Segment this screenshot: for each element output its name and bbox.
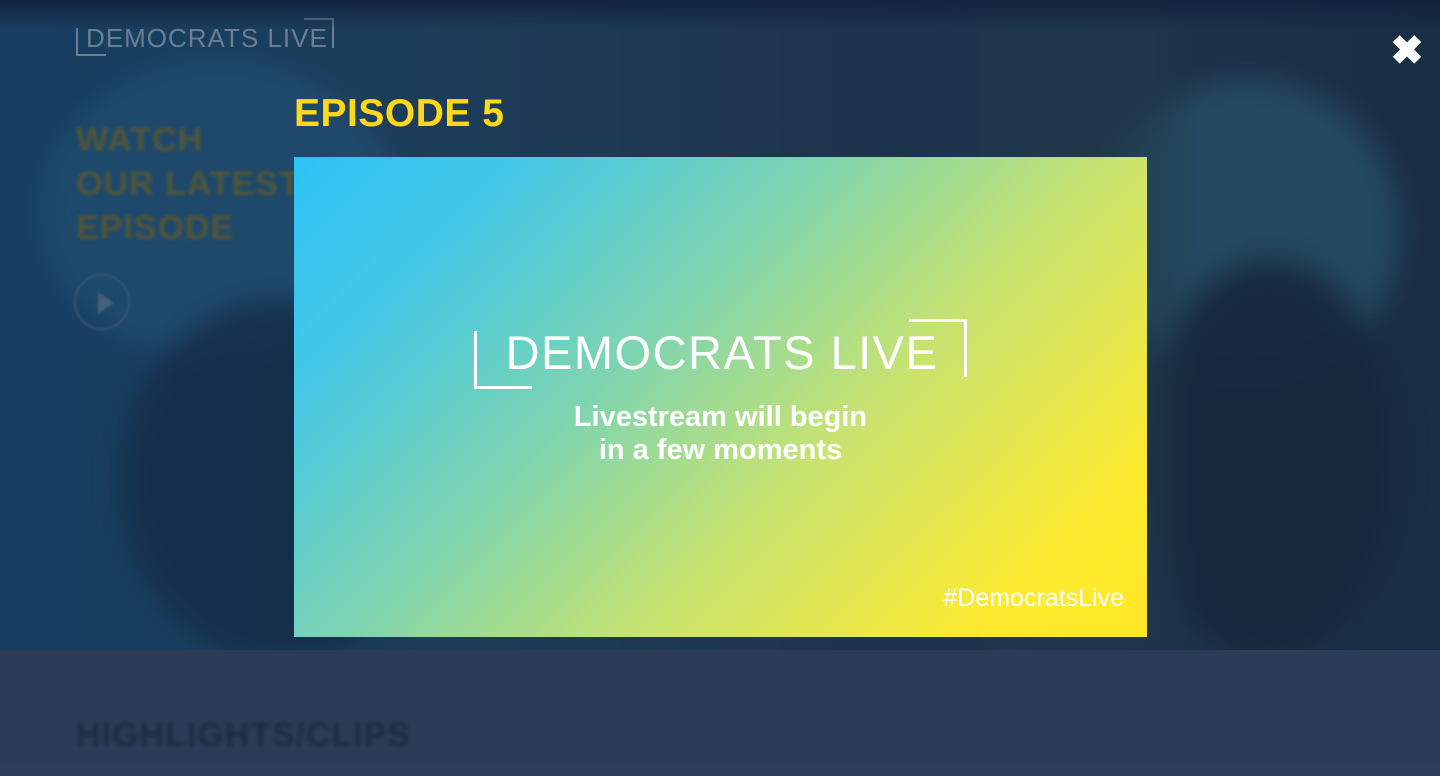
democrats-live-logo-text: DEMOCRATS LIVE <box>505 326 939 379</box>
episode-title: EPISODE 5 <box>294 92 505 135</box>
top-shade <box>0 0 1440 30</box>
page: DEMOCRATS LIVE WATCH OUR LATEST EPISODE … <box>0 0 1440 776</box>
video-player[interactable]: DEMOCRATS LIVE Livestream will begin in … <box>294 157 1147 637</box>
livestream-status: Livestream will begin in a few moments <box>294 401 1147 467</box>
hashtag: #DemocratsLive <box>943 584 1124 612</box>
democrats-live-logo: DEMOCRATS LIVE <box>474 319 967 389</box>
livestream-status-line: in a few moments <box>598 434 843 466</box>
close-icon[interactable]: ✖ <box>1388 31 1426 71</box>
livestream-status-line: Livestream will begin <box>573 401 868 433</box>
